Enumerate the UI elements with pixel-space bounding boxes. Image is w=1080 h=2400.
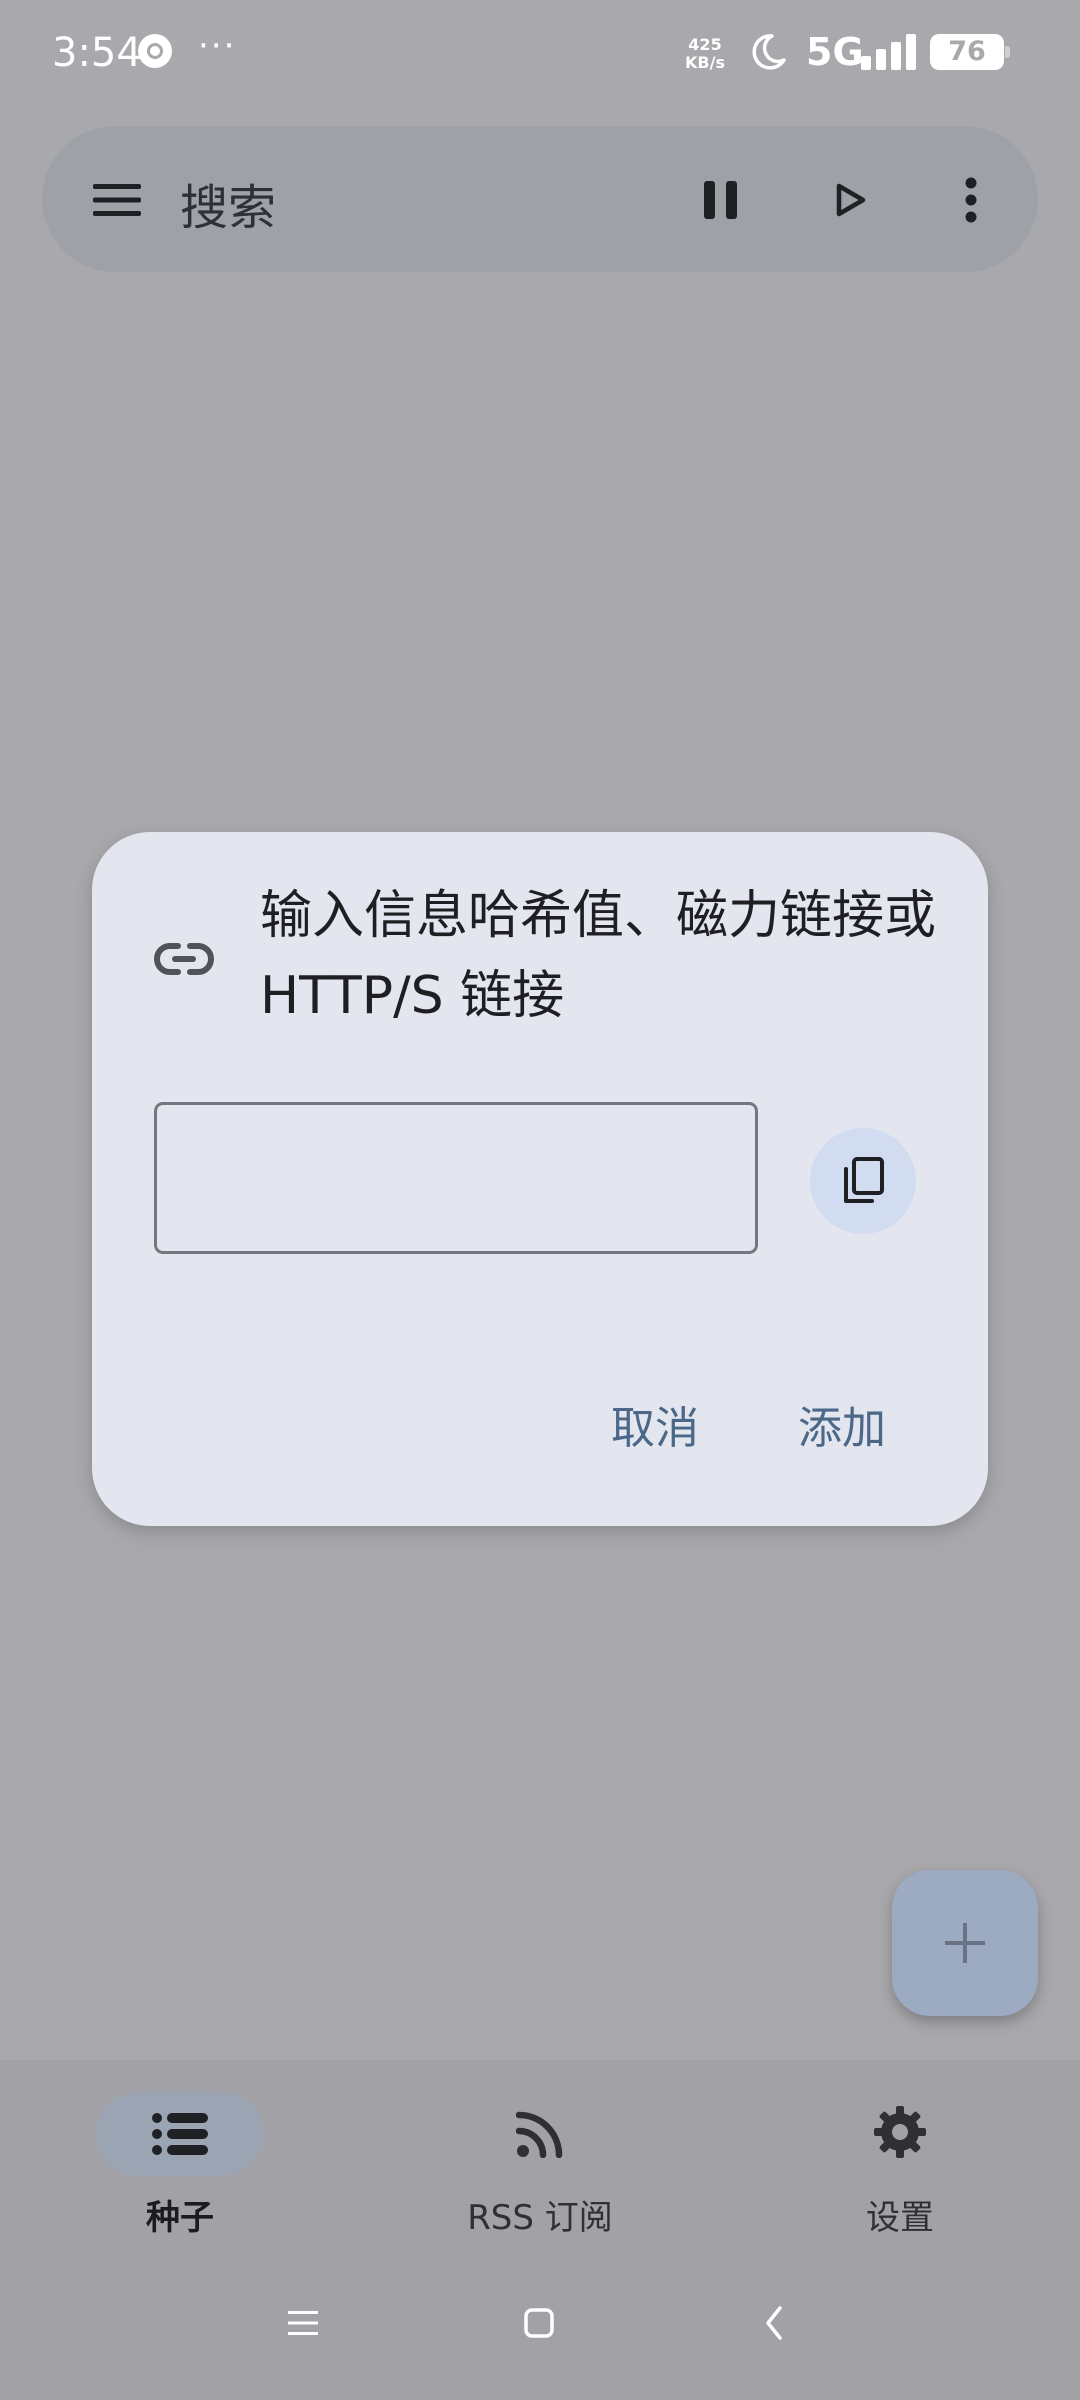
cancel-button[interactable]: 取消 — [590, 1394, 720, 1464]
dialog-link-icon-wrap — [152, 932, 216, 986]
status-app-icon — [138, 34, 172, 68]
paste-button[interactable] — [810, 1128, 916, 1234]
battery-level: 76 — [948, 36, 986, 67]
system-home-button[interactable] — [522, 2306, 556, 2344]
nav-item-torrents-label[interactable]: 种子 — [60, 2190, 300, 2239]
back-chevron-icon — [766, 2306, 782, 2340]
nav-item-rss-label[interactable]: RSS 订阅 — [420, 2190, 660, 2239]
add-torrent-fab[interactable] — [892, 1870, 1038, 2016]
link-icon — [154, 943, 214, 975]
network-speed-unit: KB/s — [685, 53, 725, 72]
play-icon — [836, 183, 866, 217]
plus-icon — [945, 1923, 985, 1963]
menu-icon — [93, 184, 141, 216]
signal-strength-icon — [861, 34, 916, 70]
resume-all-button[interactable] — [814, 163, 888, 237]
network-speed: 425 KB/s — [682, 36, 728, 72]
gear-icon — [874, 2106, 926, 2158]
nav-item-settings-label[interactable]: 设置 — [780, 2190, 1020, 2239]
system-recents-button[interactable] — [284, 2310, 322, 2340]
paste-copy-icon — [844, 1157, 884, 1203]
more-vert-icon — [965, 177, 977, 223]
rss-icon — [516, 2111, 563, 2158]
nav-item-torrents-icon[interactable] — [148, 2102, 212, 2166]
network-type: 5G — [806, 30, 864, 74]
torrent-link-input[interactable] — [154, 1102, 758, 1254]
system-back-button[interactable] — [760, 2304, 788, 2346]
pause-icon — [704, 181, 737, 219]
recents-lines-icon — [288, 2311, 318, 2335]
dialog-title: 输入信息哈希值、磁力链接或 HTTP/S 链接 — [260, 886, 937, 1026]
status-more-dots: ··· — [198, 26, 237, 66]
pause-all-button[interactable] — [684, 163, 758, 237]
do-not-disturb-moon-icon — [752, 34, 786, 70]
add-button[interactable]: 添加 — [780, 1394, 904, 1464]
nav-item-settings-icon[interactable] — [868, 2100, 932, 2164]
search-placeholder[interactable]: 搜索 — [180, 168, 276, 238]
home-square-icon — [524, 2308, 554, 2338]
battery-cap — [1005, 46, 1010, 58]
status-time: 3:54 — [52, 30, 142, 76]
list-icon — [152, 2113, 208, 2155]
menu-button[interactable] — [80, 163, 154, 237]
network-speed-value: 425 — [688, 35, 722, 54]
nav-item-rss-icon[interactable] — [508, 2102, 572, 2166]
more-options-button[interactable] — [934, 163, 1008, 237]
